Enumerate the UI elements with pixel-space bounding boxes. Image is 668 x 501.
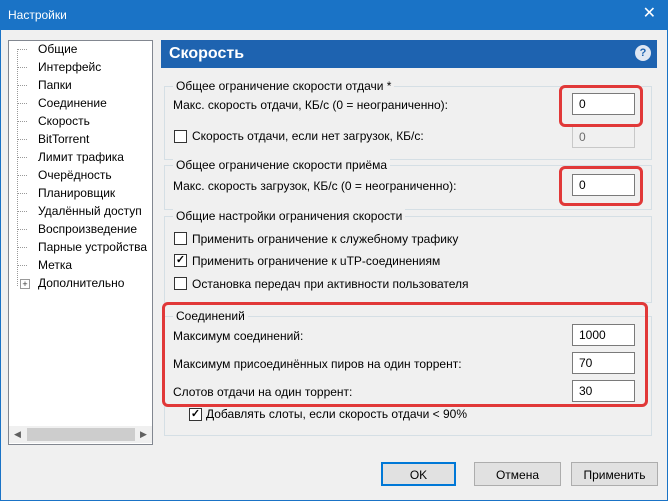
help-icon[interactable]: ? [635, 45, 651, 61]
scroll-thumb[interactable] [27, 428, 135, 441]
extra-slots-checkbox[interactable]: ✓ [189, 408, 202, 421]
speed-panel: Скорость ? Общее ограничение скорости от… [161, 40, 657, 445]
user-activity-checkbox[interactable] [174, 277, 187, 290]
scroll-left-icon[interactable]: ◀ [9, 426, 26, 443]
scroll-right-icon[interactable]: ▶ [135, 426, 152, 443]
general-group-label: Общие настройки ограничения скорости [173, 209, 406, 223]
panel-title: Скорость [169, 45, 245, 62]
no-download-upload-checkbox[interactable] [174, 130, 187, 143]
no-download-upload-label: Скорость отдачи, если нет загрузок, КБ/с… [192, 129, 424, 143]
highlight-upload-box [559, 85, 643, 127]
highlight-download-box [559, 166, 643, 206]
title-bar: Настройки ✕ [0, 0, 668, 30]
window-title: Настройки [8, 8, 67, 22]
no-download-upload-input[interactable] [572, 126, 635, 148]
max-upload-label: Макс. скорость отдачи, КБ/с (0 = неогран… [173, 98, 448, 112]
settings-tree[interactable]: Общие Интерфейс Папки Соединение Скорост… [8, 40, 153, 445]
download-group-label: Общее ограничение скорости приёма [173, 158, 391, 172]
expand-icon[interactable]: + [20, 279, 30, 289]
utp-limit-checkbox[interactable]: ✓ [174, 254, 187, 267]
window-border [0, 30, 1, 501]
horizontal-scrollbar[interactable]: ◀ ▶ [9, 426, 152, 443]
max-download-label: Макс. скорость загрузок, КБ/с (0 = неогр… [173, 179, 457, 193]
utp-limit-label: Применить ограничение к uTP-соединениям [192, 254, 441, 268]
extra-slots-label: Добавлять слоты, если скорость отдачи < … [206, 407, 467, 421]
highlight-connections-box [162, 302, 648, 407]
cancel-button[interactable]: Отмена [474, 462, 561, 486]
user-activity-label: Остановка передач при активности пользов… [192, 277, 469, 291]
panel-header: Скорость ? [161, 40, 657, 68]
ok-button[interactable]: OK [381, 462, 456, 486]
upload-group-label: Общее ограничение скорости отдачи * [173, 79, 395, 93]
apply-button[interactable]: Применить [571, 462, 658, 486]
close-icon[interactable]: ✕ [643, 5, 656, 23]
service-traffic-checkbox[interactable] [174, 232, 187, 245]
service-traffic-label: Применить ограничение к служебному трафи… [192, 232, 459, 246]
